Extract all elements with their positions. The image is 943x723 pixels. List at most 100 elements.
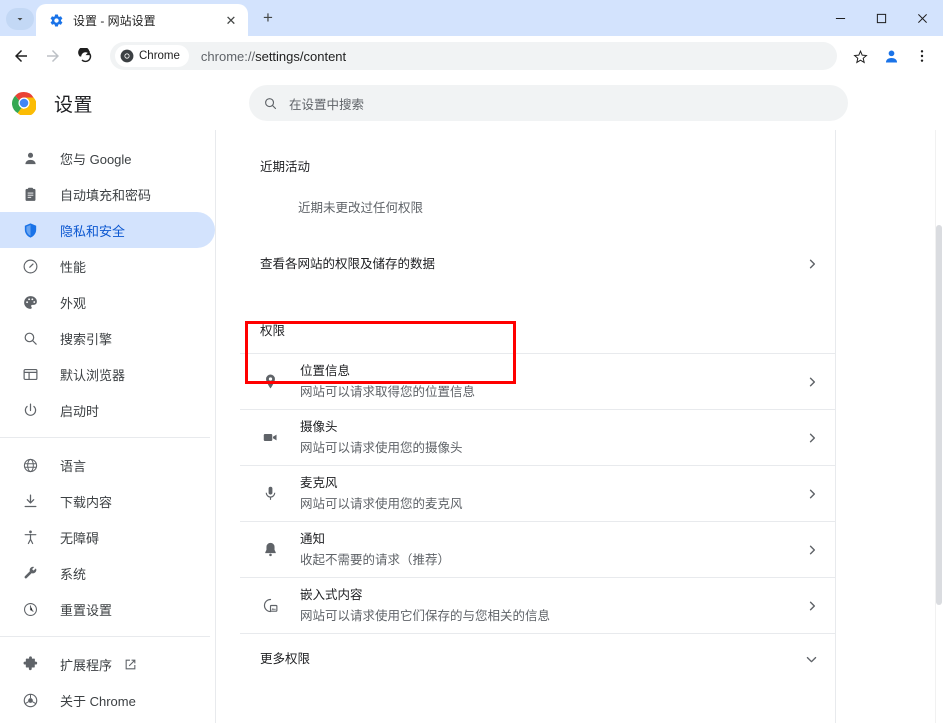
address-bar[interactable]: Chrome chrome://settings/content [110, 42, 837, 70]
bookmark-star-button[interactable] [845, 41, 875, 71]
sidebar-item-label: 无障碍 [60, 530, 100, 546]
view-site-data-label: 查看各网站的权限及储存的数据 [260, 256, 436, 271]
sidebar-item-label: 语言 [60, 458, 87, 474]
sidebar-item-appearance[interactable]: 外观 [0, 284, 215, 320]
tab-strip: 设置 - 网站设置 ✕ + [0, 0, 943, 36]
permissions-heading: 权限 [260, 324, 286, 338]
reload-icon [77, 47, 91, 62]
content-scrollbar[interactable] [935, 130, 943, 723]
back-button[interactable] [6, 41, 36, 71]
permission-row-camera[interactable]: 摄像头 网站可以请求使用您的摄像头 [240, 409, 835, 465]
sidebar-item-performance[interactable]: 性能 [0, 248, 215, 284]
reload-button[interactable] [70, 41, 100, 71]
palette-icon [20, 292, 40, 312]
chevron-right-icon [805, 599, 819, 613]
chrome-origin-chip[interactable]: Chrome [115, 45, 189, 67]
sidebar-item-label: 启动时 [60, 403, 100, 419]
sidebar-item-label: 关于 Chrome [60, 693, 136, 709]
browser-tab[interactable]: 设置 - 网站设置 ✕ [36, 4, 248, 36]
recent-activity-heading: 近期活动 [260, 160, 311, 174]
sidebar-item-on-startup[interactable]: 启动时 [0, 392, 215, 428]
permission-desc: 网站可以请求使用您的摄像头 [300, 440, 463, 455]
chrome-circle-icon [20, 690, 40, 710]
speedometer-icon [20, 256, 40, 276]
settings-body: 您与 Google 自动填充和密码 隐私和安全 性能 外观 搜索引擎 默认浏览器… [0, 130, 943, 723]
wrench-icon [20, 563, 40, 583]
more-permissions-label: 更多权限 [260, 652, 311, 667]
chrome-chip-label: Chrome [139, 50, 180, 62]
blue-gear-icon [48, 12, 64, 28]
browser-menu-button[interactable] [907, 41, 937, 71]
permission-desc: 收起不需要的请求（推荐） [300, 552, 451, 567]
sidebar-item-default-browser[interactable]: 默认浏览器 [0, 356, 215, 392]
chevron-right-icon [805, 431, 819, 445]
magnifier-icon [20, 328, 40, 348]
video-camera-icon [260, 428, 280, 448]
settings-search-placeholder: 在设置中搜索 [289, 97, 365, 112]
search-icon [265, 97, 277, 109]
permission-title: 位置信息 [300, 364, 351, 379]
new-tab-button[interactable]: + [254, 4, 282, 32]
history-restore-icon [20, 599, 40, 619]
permission-title: 嵌入式内容 [300, 588, 363, 603]
sidebar-item-reset-settings[interactable]: 重置设置 [0, 591, 215, 627]
settings-content: 近期活动 近期未更改过任何权限 查看各网站的权限及储存的数据 权限 位置信息 网… [216, 130, 943, 723]
permission-desc: 网站可以请求取得您的位置信息 [300, 384, 476, 399]
sidebar-item-languages[interactable]: 语言 [0, 447, 215, 483]
permission-text: 摄像头 网站可以请求使用您的摄像头 [300, 418, 805, 456]
toolbar-right-actions [845, 41, 937, 71]
arrow-right-icon [47, 50, 59, 62]
permission-text: 嵌入式内容 网站可以请求使用它们保存的与您相关的信息 [300, 586, 805, 624]
sidebar-item-autofill[interactable]: 自动填充和密码 [0, 176, 215, 212]
permission-row-microphone[interactable]: 麦克风 网站可以请求使用您的麦克风 [240, 465, 835, 521]
permission-desc: 网站可以请求使用您的麦克风 [300, 496, 463, 511]
sidebar-item-you-and-google[interactable]: 您与 Google [0, 140, 215, 176]
shield-icon [20, 220, 40, 240]
sidebar-item-downloads[interactable]: 下载内容 [0, 483, 215, 519]
content-heading: 内容 [240, 685, 835, 723]
window-controls [820, 0, 943, 36]
window-minimize-button[interactable] [820, 0, 861, 36]
sidebar-item-label: 您与 Google [60, 151, 132, 167]
address-bar-url: chrome://settings/content [200, 48, 347, 64]
scrollbar-thumb[interactable] [936, 225, 942, 605]
permission-text: 位置信息 网站可以请求取得您的位置信息 [300, 362, 805, 400]
browser-window-icon [20, 364, 40, 384]
sidebar-item-search-engine[interactable]: 搜索引擎 [0, 320, 215, 356]
embedded-content-icon [260, 596, 280, 616]
chevron-right-icon [805, 543, 819, 557]
permission-title: 通知 [300, 532, 326, 547]
window-maximize-button[interactable] [861, 0, 902, 36]
forward-button[interactable] [38, 41, 68, 71]
permission-row-embedded-content[interactable]: 嵌入式内容 网站可以请求使用它们保存的与您相关的信息 [240, 577, 835, 633]
sidebar-item-label: 性能 [60, 259, 87, 275]
sidebar-item-privacy-security[interactable]: 隐私和安全 [0, 212, 215, 248]
sidebar-item-accessibility[interactable]: 无障碍 [0, 519, 215, 555]
permission-row-location[interactable]: 位置信息 网站可以请求取得您的位置信息 [240, 353, 835, 409]
permission-title: 麦克风 [300, 476, 338, 491]
sidebar-item-label: 下载内容 [60, 494, 113, 510]
microphone-icon [260, 484, 280, 504]
profile-avatar-button[interactable] [876, 41, 906, 71]
sidebar-divider [0, 636, 210, 637]
sidebar-item-about-chrome[interactable]: 关于 Chrome [0, 682, 215, 718]
star-icon [852, 49, 868, 63]
window-close-button[interactable] [902, 0, 943, 36]
sidebar-item-extensions[interactable]: 扩展程序 [0, 646, 215, 682]
permission-row-notifications[interactable]: 通知 收起不需要的请求（推荐） [240, 521, 835, 577]
sidebar-item-label: 自动填充和密码 [60, 187, 152, 203]
sidebar-item-label: 搜索引擎 [60, 331, 113, 347]
settings-search-input[interactable]: 在设置中搜索 [249, 85, 848, 121]
sidebar-item-system[interactable]: 系统 [0, 555, 215, 591]
tab-search-button[interactable] [6, 8, 34, 30]
bell-icon [260, 540, 280, 560]
page-title: 设置 [54, 94, 94, 116]
recent-activity-empty-text: 近期未更改过任何权限 [298, 201, 424, 215]
sidebar-item-label: 外观 [60, 295, 87, 311]
view-site-data-row[interactable]: 查看各网站的权限及储存的数据 [240, 238, 835, 290]
more-permissions-row[interactable]: 更多权限 [240, 633, 835, 685]
accessibility-icon [20, 527, 40, 547]
tab-close-button[interactable]: ✕ [222, 11, 240, 29]
chevron-right-icon [805, 487, 819, 501]
puzzle-icon [20, 654, 40, 674]
